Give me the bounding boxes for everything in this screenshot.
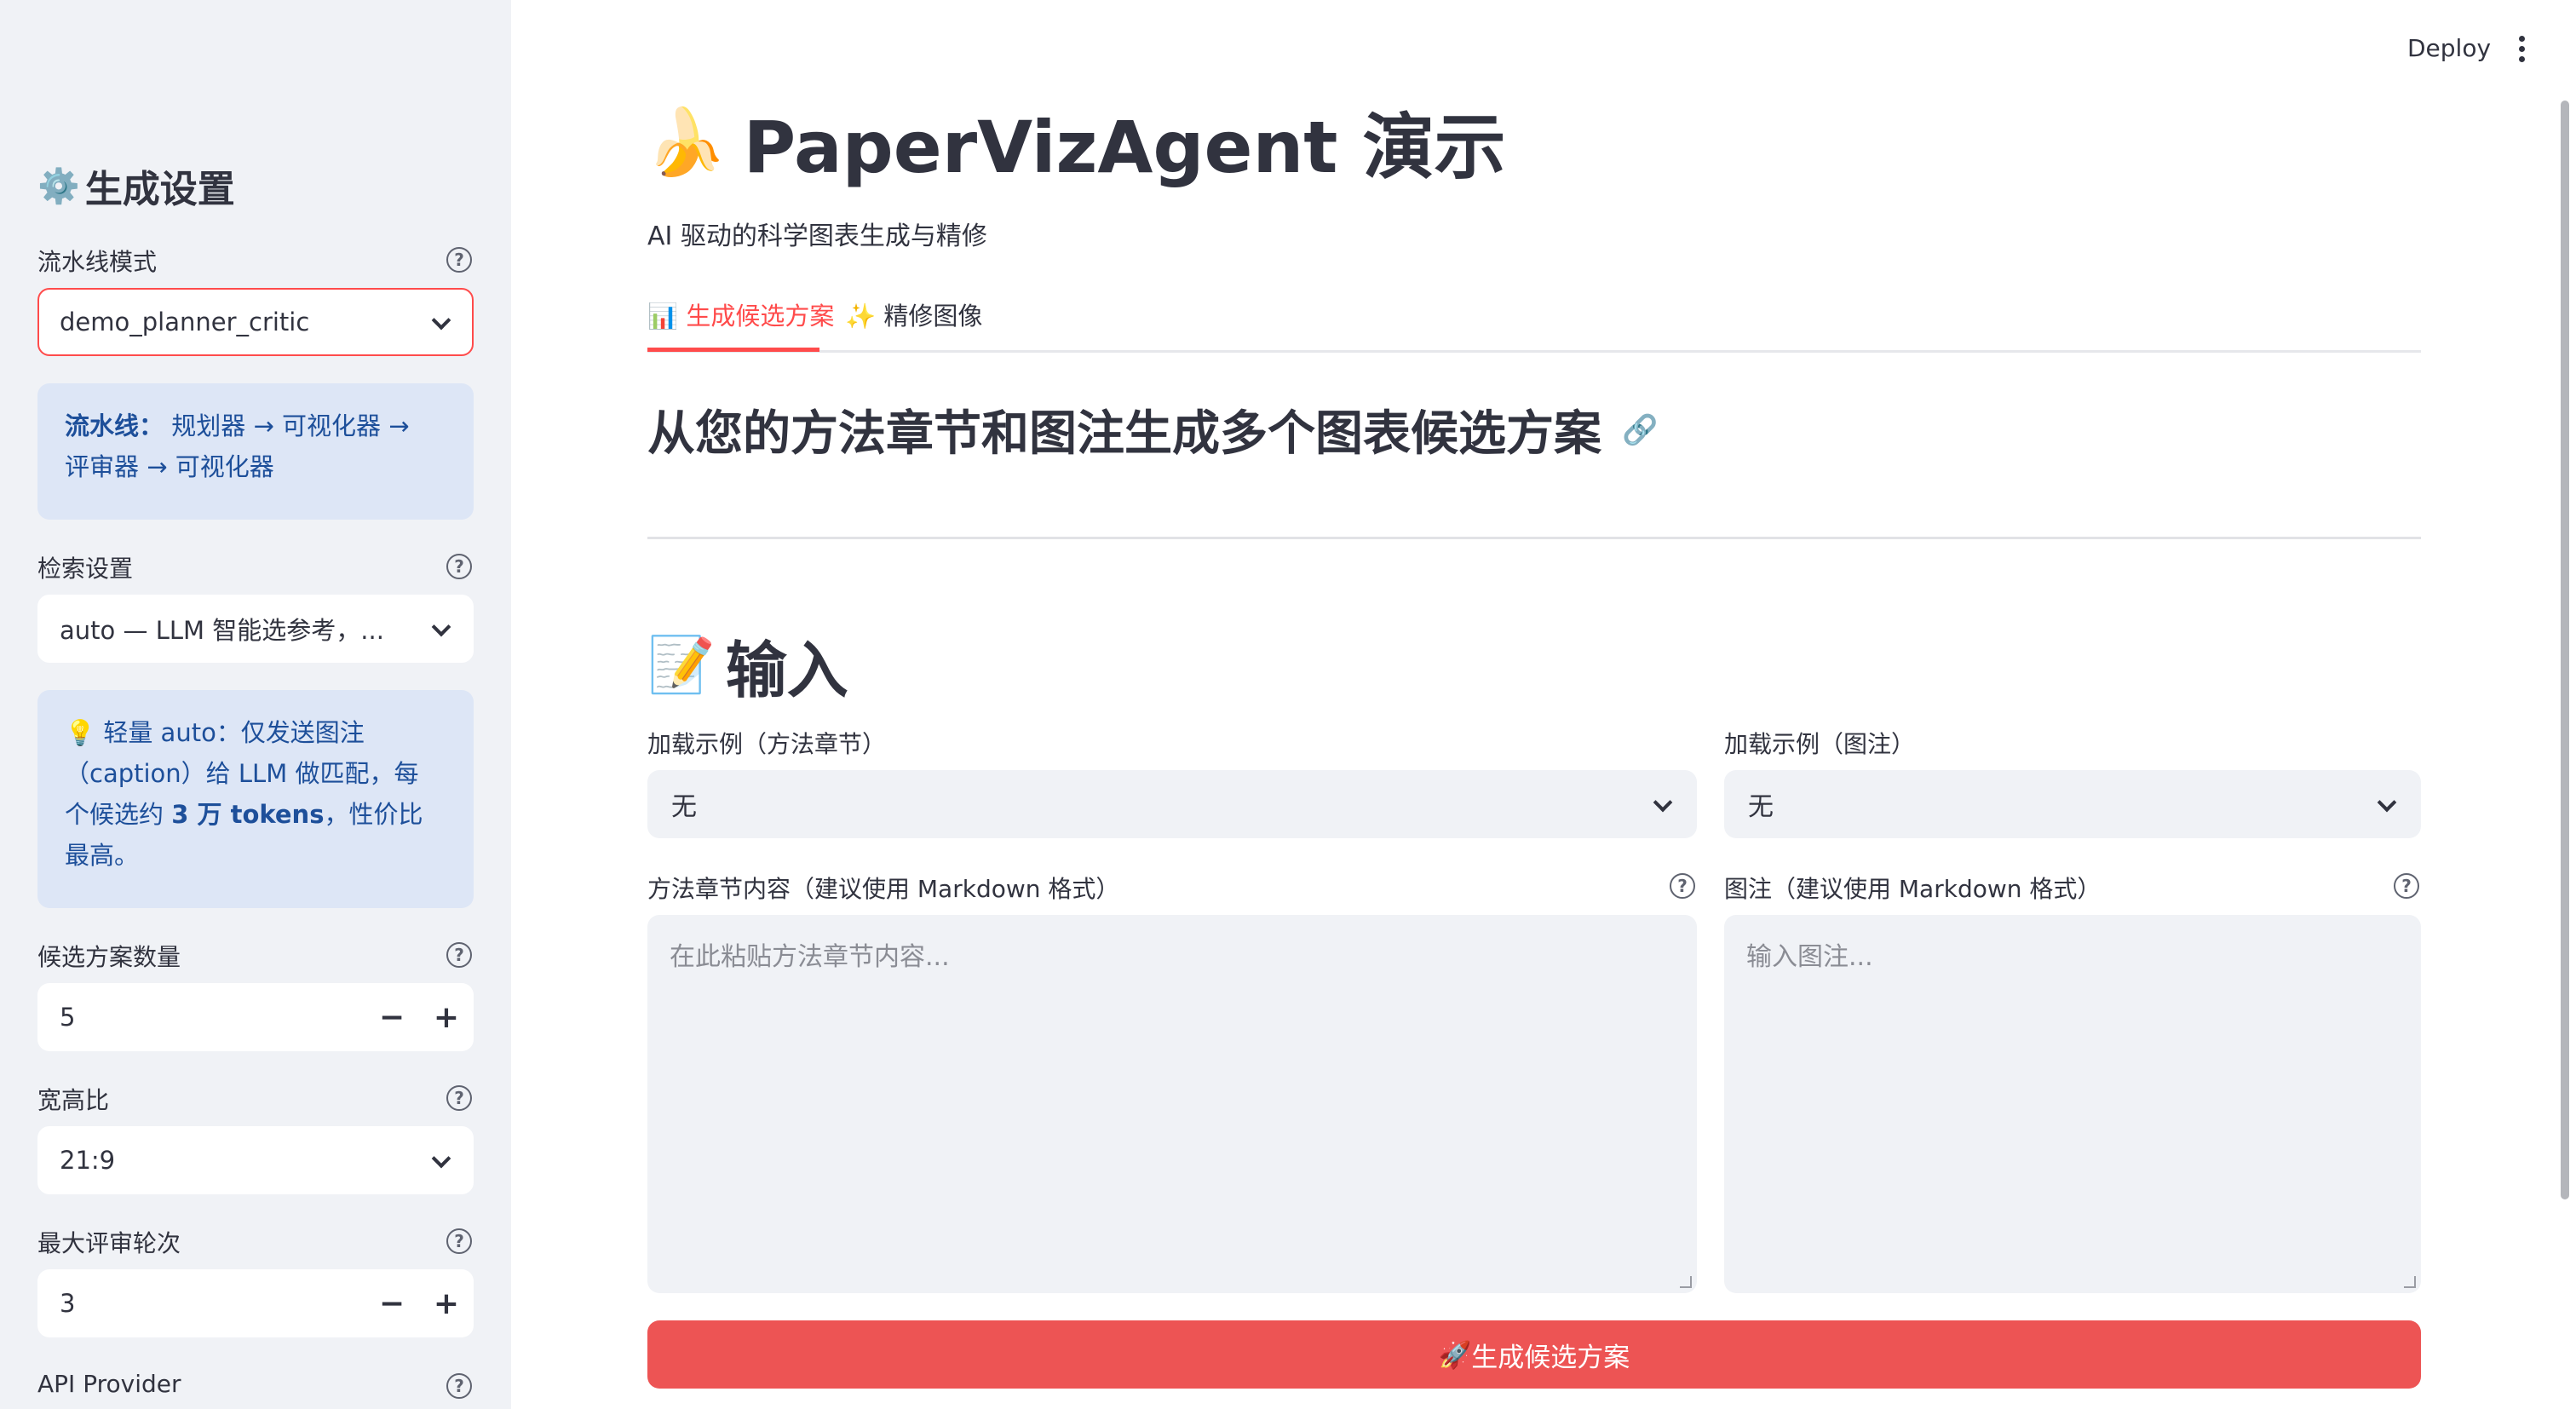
sidebar: ⚙️ 生成设置 流水线模式 ? demo_planner_critic 流水线：… (0, 0, 511, 1409)
help-icon[interactable]: ? (446, 942, 472, 968)
retrieval-info-line3a: 个候选约 (65, 800, 172, 829)
gear-icon: ⚙️ (37, 166, 80, 206)
increment-button[interactable]: + (419, 983, 474, 1051)
help-icon[interactable]: ? (446, 1228, 472, 1254)
lightbulb-icon: 💡 (65, 718, 96, 747)
page-title-text: PaperVizAgent 演示 (743, 106, 1506, 189)
pipeline-mode-value: demo_planner_critic (60, 308, 310, 336)
retrieval-label: 检索设置 (37, 555, 134, 583)
input-heading: 📝 输入 (647, 620, 848, 710)
max-rounds-value[interactable]: 3 (60, 1289, 365, 1318)
retrieval-info-tokens: 3 万 tokens (171, 800, 325, 829)
max-rounds-stepper[interactable]: 3 − + (37, 1269, 474, 1337)
section-heading-text: 从您的方法章节和图注生成多个图表候选方案 (647, 406, 1601, 462)
resize-handle[interactable] (2404, 1276, 2416, 1288)
resize-handle[interactable] (1680, 1276, 1692, 1288)
example-method-select[interactable]: 无 (647, 770, 1697, 838)
sparkles-icon: ✨ (845, 302, 877, 331)
tab-generate-candidates[interactable]: 📊 生成候选方案 (647, 296, 834, 332)
tab-bar: 📊 生成候选方案 ✨ 精修图像 (647, 291, 2421, 353)
decrement-button[interactable]: − (365, 1269, 419, 1337)
chevron-down-icon (1651, 793, 1673, 815)
retrieval-value: auto — LLM 智能选参考，... (60, 616, 384, 645)
increment-button[interactable]: + (419, 1269, 474, 1337)
example-method-label: 加载示例（方法章节） (647, 730, 887, 758)
input-heading-text: 输入 (725, 635, 848, 706)
example-caption-label: 加载示例（图注） (1724, 730, 1916, 758)
deploy-button[interactable]: Deploy (2407, 34, 2491, 62)
retrieval-select[interactable]: auto — LLM 智能选参考，... (37, 595, 474, 663)
generate-candidates-button[interactable]: 🚀 生成候选方案 (647, 1320, 2421, 1389)
page-subtitle: AI 驱动的科学图表生成与精修 (647, 221, 987, 251)
scrollbar[interactable] (2561, 101, 2569, 1199)
chevron-down-icon (429, 618, 451, 640)
sidebar-title: ⚙️ 生成设置 (37, 158, 235, 213)
retrieval-info-line2: （caption）给 LLM 做匹配，每 (65, 759, 419, 788)
retrieval-info-line1: 轻量 auto：仅发送图注 (103, 718, 365, 747)
decrement-button[interactable]: − (365, 983, 419, 1051)
active-tab-indicator (647, 348, 819, 352)
help-icon[interactable]: ? (1670, 873, 1695, 899)
help-icon[interactable]: ? (446, 247, 472, 273)
tab-label: 精修图像 (883, 302, 983, 331)
aspect-ratio-value: 21:9 (60, 1146, 116, 1175)
max-rounds-label: 最大评审轮次 (37, 1229, 181, 1257)
generate-button-label: 生成候选方案 (1471, 1342, 1630, 1373)
help-icon[interactable]: ? (446, 1085, 472, 1111)
tab-refine-image[interactable]: ✨ 精修图像 (845, 296, 982, 332)
method-content-placeholder: 在此粘贴方法章节内容... (670, 942, 950, 972)
chevron-down-icon (429, 311, 451, 333)
pipeline-info-line2: 评审器 → 可视化器 (65, 452, 274, 481)
pipeline-mode-label: 流水线模式 (37, 248, 158, 276)
retrieval-info-box: 💡 轻量 auto：仅发送图注 （caption）给 LLM 做匹配，每 个候选… (37, 690, 474, 908)
example-caption-select[interactable]: 无 (1724, 770, 2421, 838)
link-icon[interactable]: 🔗 (1622, 413, 1658, 447)
caption-content-textarea[interactable]: 输入图注... (1724, 915, 2421, 1293)
rocket-icon: 🚀 (1438, 1339, 1472, 1371)
pipeline-info-box: 流水线： 规划器 → 可视化器 → 评审器 → 可视化器 (37, 383, 474, 520)
help-icon[interactable]: ? (2394, 873, 2419, 899)
more-menu-icon[interactable] (2516, 36, 2527, 65)
chevron-down-icon (429, 1149, 451, 1171)
tab-label: 生成候选方案 (686, 302, 835, 331)
retrieval-info-line4: 最高。 (65, 841, 140, 870)
divider (647, 537, 2421, 539)
example-method-value: 无 (671, 792, 697, 822)
sidebar-title-text: 生成设置 (84, 168, 235, 211)
num-candidates-stepper[interactable]: 5 − + (37, 983, 474, 1051)
num-candidates-value[interactable]: 5 (60, 1003, 365, 1032)
page-title: 🍌 PaperVizAgent 演示 (646, 90, 1506, 193)
method-content-textarea[interactable]: 在此粘贴方法章节内容... (647, 915, 1697, 1293)
caption-content-label: 图注（建议使用 Markdown 格式） (1724, 875, 2102, 903)
aspect-ratio-label: 宽高比 (37, 1086, 110, 1114)
pipeline-info-prefix: 流水线： (65, 411, 164, 440)
method-content-label: 方法章节内容（建议使用 Markdown 格式） (647, 875, 1120, 903)
pipeline-mode-select[interactable]: demo_planner_critic (37, 288, 474, 356)
caption-content-placeholder: 输入图注... (1746, 942, 1873, 972)
help-icon[interactable]: ? (446, 1373, 472, 1399)
api-provider-label: API Provider (37, 1370, 181, 1398)
memo-icon: 📝 (647, 634, 716, 697)
chevron-down-icon (2375, 793, 2397, 815)
help-icon[interactable]: ? (446, 554, 472, 579)
pipeline-info-line1: 规划器 → 可视化器 → (164, 411, 410, 440)
retrieval-info-line3c: ，性价比 (324, 800, 423, 829)
num-candidates-label: 候选方案数量 (37, 943, 181, 971)
banana-icon: 🍌 (646, 103, 727, 180)
bar-chart-icon: 📊 (647, 302, 679, 331)
example-caption-value: 无 (1748, 792, 1774, 822)
section-heading: 从您的方法章节和图注生成多个图表候选方案 🔗 (647, 395, 1658, 464)
aspect-ratio-select[interactable]: 21:9 (37, 1126, 474, 1194)
